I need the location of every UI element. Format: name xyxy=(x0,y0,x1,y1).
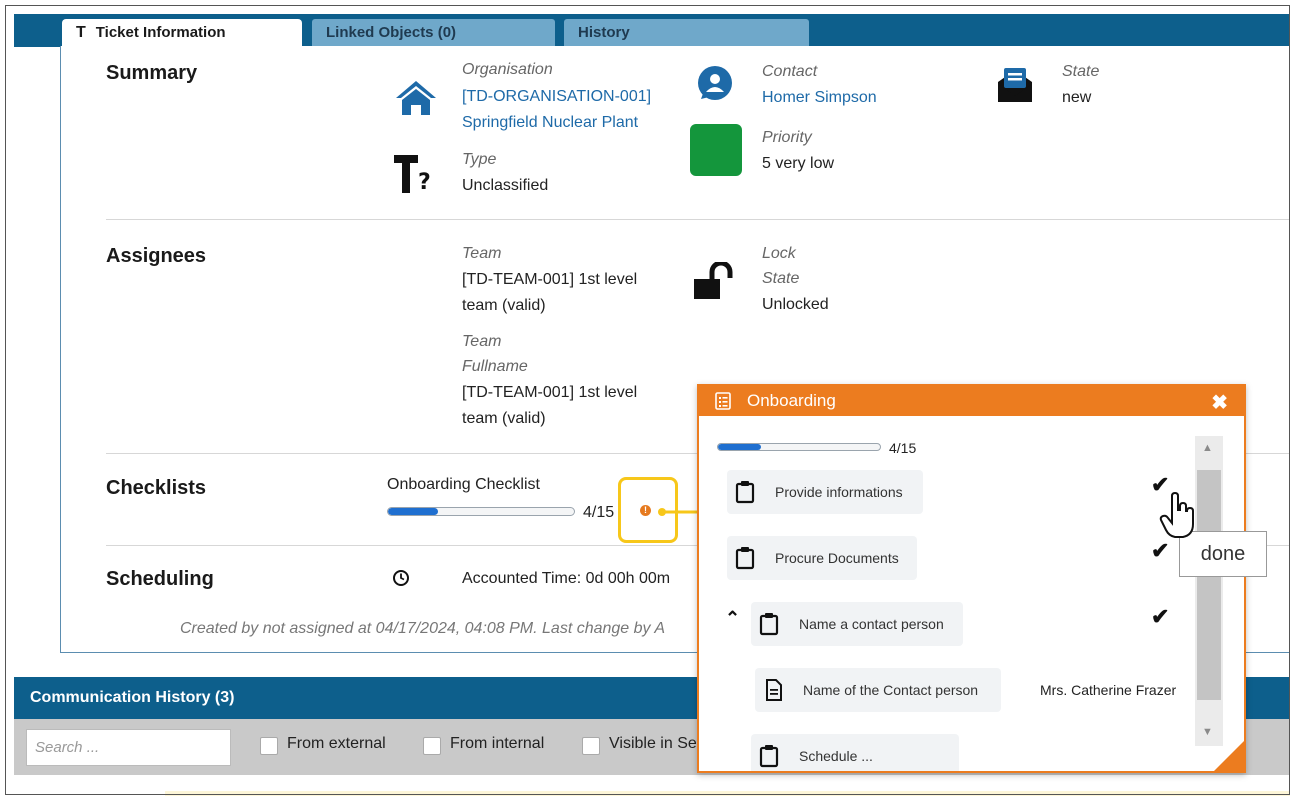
clipboard-icon xyxy=(735,547,755,570)
checklist-progress-text: 4/15 xyxy=(583,504,615,521)
popup-header: Onboarding ✖ xyxy=(699,386,1244,416)
checklist-item-label: Name a contact person xyxy=(799,616,944,632)
svg-text:?: ? xyxy=(418,170,431,195)
hand-cursor-icon xyxy=(1159,492,1194,538)
popup-title: Onboarding xyxy=(747,391,836,410)
scroll-up-icon[interactable]: ▲ xyxy=(1202,442,1213,454)
unlocked-padlock-icon xyxy=(694,262,733,299)
section-divider xyxy=(106,219,1290,220)
team-value: [TD-TEAM-001] 1st level team (valid) xyxy=(462,271,638,314)
state-value: new xyxy=(1062,89,1092,106)
filter-visible-label: Visible in Se xyxy=(609,735,697,752)
filter-external-label: From external xyxy=(287,735,386,752)
state-label: State xyxy=(1062,63,1100,80)
scheduling-title: Scheduling xyxy=(106,568,214,590)
resize-handle[interactable] xyxy=(1214,741,1244,771)
type-label: Type xyxy=(462,151,497,168)
priority-label: Priority xyxy=(762,129,812,146)
lock-value: Unlocked xyxy=(762,296,829,313)
checklist-item[interactable]: Provide informations xyxy=(727,470,923,514)
text-t-icon: T xyxy=(76,24,86,41)
document-icon xyxy=(766,679,782,701)
popup-scrollbar[interactable]: ▲ ▼ xyxy=(1195,436,1223,746)
house-icon xyxy=(396,81,436,115)
filter-internal-checkbox[interactable] xyxy=(423,737,441,755)
checklist-icon xyxy=(715,392,731,410)
priority-color-swatch xyxy=(690,124,742,176)
close-icon[interactable]: ✖ xyxy=(1211,388,1228,418)
checklist-name[interactable]: Onboarding Checklist xyxy=(387,472,540,498)
lock-label-2: State xyxy=(762,270,800,287)
onboarding-popup: Onboarding ✖ 4/15 Provide informations ✔… xyxy=(697,384,1246,773)
checklist-progress-bar xyxy=(387,507,575,516)
clipboard-icon xyxy=(759,613,779,636)
popup-progress-text: 4/15 xyxy=(889,440,917,456)
warning-icon[interactable]: ! xyxy=(640,505,651,516)
contact-link[interactable]: Homer Simpson xyxy=(762,85,877,111)
organisation-name-link[interactable]: Springfield Nuclear Plant xyxy=(462,110,638,136)
clipboard-icon xyxy=(735,481,755,504)
type-question-icon: ? xyxy=(394,155,431,195)
organisation-id-link[interactable]: [TD-ORGANISATION-001] xyxy=(462,84,651,110)
filter-internal-label: From internal xyxy=(450,735,545,752)
team-fullname-value: [TD-TEAM-001] 1st level team (valid) xyxy=(462,384,638,427)
checklist-item-label: Procure Documents xyxy=(775,550,899,566)
organisation-label: Organisation xyxy=(462,61,553,78)
assignees-title: Assignees xyxy=(106,245,207,267)
contact-icon xyxy=(698,66,732,100)
checklist-progress-fill xyxy=(388,508,438,515)
envelope-state-icon xyxy=(998,68,1032,102)
footer-note: Created by not assigned at 04/17/2024, 0… xyxy=(180,620,666,637)
checklist-sub-item[interactable]: Name of the Contact person xyxy=(755,668,1001,712)
tab-ticket-information[interactable]: T Ticket Information xyxy=(62,19,302,47)
summary-title: Summary xyxy=(106,62,198,84)
chevron-up-icon[interactable]: ⌃ xyxy=(725,608,740,629)
done-checkmark-icon[interactable]: ✔ xyxy=(1151,538,1169,564)
checklists-title: Checklists xyxy=(106,477,207,499)
done-checkmark-icon[interactable]: ✔ xyxy=(1151,604,1169,630)
lock-label-1: Lock xyxy=(762,245,796,262)
checklist-item-label: Schedule ... xyxy=(799,748,873,764)
tab-history[interactable]: History xyxy=(564,19,809,47)
priority-value: 5 very low xyxy=(762,155,835,172)
contact-label: Contact xyxy=(762,63,818,80)
checklist-item[interactable]: Procure Documents xyxy=(727,536,917,580)
scroll-down-icon[interactable]: ▼ xyxy=(1202,726,1213,738)
clock-icon xyxy=(393,570,409,586)
team-label: Team xyxy=(462,245,502,262)
scroll-thumb[interactable] xyxy=(1197,470,1221,700)
tab-linked-objects[interactable]: Linked Objects (0) xyxy=(312,19,555,47)
filter-visible-checkbox[interactable] xyxy=(582,737,600,755)
popup-progress-bar xyxy=(717,443,881,451)
filter-external-checkbox[interactable] xyxy=(260,737,278,755)
team-fullname-label-1: Team xyxy=(462,333,502,350)
checklist-item-label: Provide informations xyxy=(775,484,903,500)
checklist-item-label: Name of the Contact person xyxy=(803,682,979,698)
search-input[interactable]: Search ... xyxy=(26,729,231,766)
popup-progress-fill xyxy=(718,444,762,450)
team-fullname-label-2: Fullname xyxy=(462,358,528,375)
accounted-time: Accounted Time: 0d 00h 00m xyxy=(462,570,671,587)
type-value: Unclassified xyxy=(462,177,549,194)
contact-person-value: Mrs. Catherine Frazer xyxy=(1040,682,1177,698)
checklist-item[interactable]: Name a contact person xyxy=(751,602,963,646)
article-strip xyxy=(165,791,1290,796)
clipboard-icon xyxy=(759,745,779,768)
checklist-item[interactable]: Schedule ... xyxy=(751,734,959,771)
